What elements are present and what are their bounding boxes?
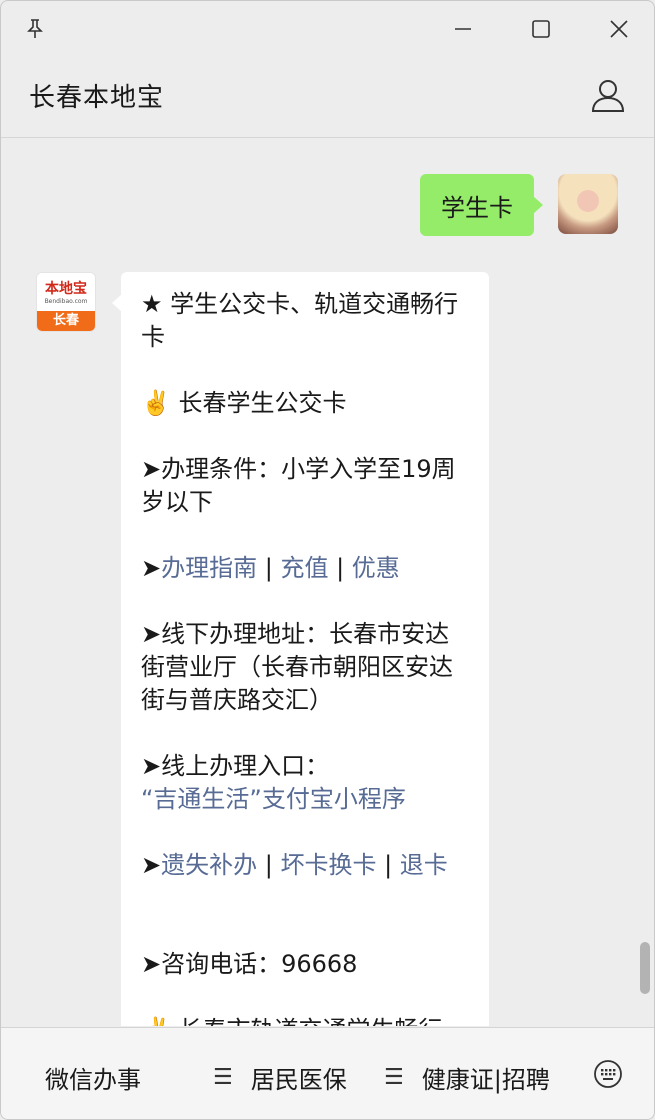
logo-text: 本地宝 (45, 281, 87, 297)
chat-header: 长春本地宝 (1, 57, 654, 138)
submenu-icon: ☰ (213, 1065, 233, 1090)
recharge-link[interactable]: 充值 (280, 554, 328, 582)
broken-card-link[interactable]: 坏卡换卡 (280, 851, 376, 879)
bottom-menu: 微信办事 ☰ 居民医保 ☰ 健康证|招聘 (1, 1027, 654, 1119)
reply-text: ★ 学生公交卡、轨道交通畅行卡 ✌️ 长春学生公交卡 ➤办理条件：小学入学至19… (141, 288, 471, 1026)
alipay-miniprogram-link[interactable]: “吉通生活”支付宝小程序 (141, 785, 406, 813)
phone-text: ➤咨询电话：96668 (141, 950, 358, 978)
separator: | (257, 554, 281, 582)
maximize-icon[interactable] (523, 11, 559, 47)
menu-label: 微信办事 (45, 1066, 141, 1094)
close-icon[interactable] (601, 11, 637, 47)
menu-item-medical-insurance[interactable]: ☰ 居民医保 (213, 1060, 347, 1095)
menu-label: 居民医保 (250, 1066, 347, 1094)
discount-link[interactable]: 优惠 (352, 554, 400, 582)
keyboard-icon[interactable] (592, 1058, 624, 1090)
menu-label: 健康证|招聘 (421, 1066, 550, 1094)
profile-icon[interactable] (588, 75, 628, 115)
message-list[interactable]: 学生卡 本地宝 Bendibao.com 长春 ★ 学生公交卡、轨道交通畅行卡 … (1, 138, 654, 1026)
refund-card-link[interactable]: 退卡 (400, 851, 448, 879)
bot-avatar[interactable]: 本地宝 Bendibao.com 长春 (36, 272, 96, 332)
minimize-icon[interactable] (445, 11, 481, 47)
lost-reissue-link[interactable]: 遗失补办 (161, 851, 257, 879)
section-title-bus-card: ✌️ 长春学生公交卡 (141, 389, 347, 417)
arrow-icon: ➤ (141, 554, 162, 582)
logo-city: 长春 (37, 311, 95, 331)
pin-icon[interactable] (17, 11, 53, 47)
scrollbar[interactable] (640, 942, 650, 994)
arrow-icon: ➤ (141, 851, 162, 879)
menu-item-wechat-services[interactable]: 微信办事 (45, 1060, 141, 1095)
menu-item-health-cert[interactable]: ☰ 健康证|招聘 (384, 1060, 550, 1095)
title-bar (1, 1, 654, 57)
chat-window: 长春本地宝 学生卡 本地宝 Bendibao.com 长春 ★ 学生公交卡、轨道… (0, 0, 655, 1120)
section-title-metro-card: ✌️ 长春市轨道交通学生畅行 (141, 1014, 471, 1026)
chat-title: 长春本地宝 (29, 83, 165, 113)
separator: | (257, 851, 281, 879)
offline-address-text: ➤线下办理地址：长春市安达街营业厅（长春市朝阳区安达街与普庆路交汇） (141, 620, 453, 714)
card-service-links-row: ➤遗失补办 | 坏卡换卡 | 退卡 (141, 849, 471, 882)
outgoing-bubble[interactable]: 学生卡 (420, 174, 543, 236)
separator: | (376, 851, 400, 879)
guide-link[interactable]: 办理指南 (161, 554, 257, 582)
incoming-bubble: ★ 学生公交卡、轨道交通畅行卡 ✌️ 长春学生公交卡 ➤办理条件：小学入学至19… (112, 272, 489, 1026)
my-avatar[interactable] (558, 174, 618, 234)
logo-subtext: Bendibao.com (44, 298, 88, 305)
reply-title: ★ 学生公交卡、轨道交通畅行卡 (141, 290, 459, 351)
service-links-row: ➤办理指南 | 充值 | 优惠 (141, 552, 471, 585)
logo-top: 本地宝 Bendibao.com (37, 273, 95, 311)
conditions-text: ➤办理条件：小学入学至19周岁以下 (141, 455, 456, 516)
online-label: ➤线上办理入口： (141, 752, 330, 780)
separator: | (328, 554, 352, 582)
submenu-icon: ☰ (384, 1065, 404, 1090)
online-link-row: “吉通生活”支付宝小程序 (141, 783, 471, 816)
outgoing-message: 学生卡 (398, 174, 618, 236)
